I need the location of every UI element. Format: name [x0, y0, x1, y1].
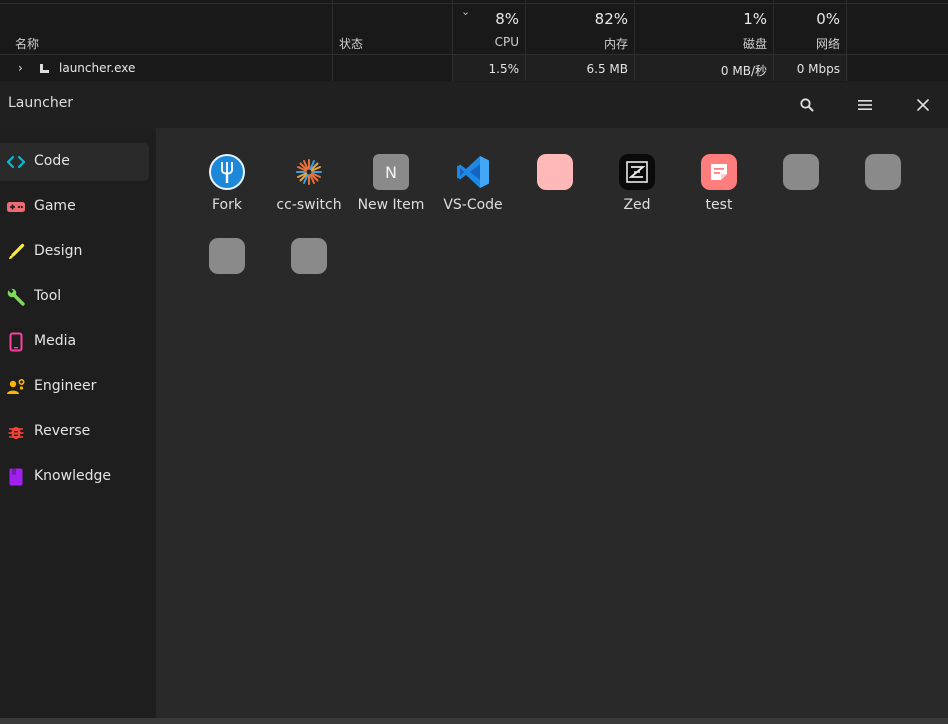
category-sidebar: Code Game Design Tool Media Engineer Rev…	[0, 128, 156, 718]
sidebar-item-label: Tool	[34, 288, 62, 304]
sidebar-item-reverse[interactable]: Reverse	[0, 413, 149, 451]
sidebar-item-design[interactable]: Design	[0, 233, 149, 271]
app-grid: Fork cc-switch N New Item VS-Code Zed te…	[156, 128, 948, 718]
sidebar-item-game[interactable]: Game	[0, 188, 149, 226]
sidebar-item-tool[interactable]: Tool	[0, 278, 149, 316]
column-status-label: 状态	[339, 37, 364, 51]
process-memory: 6.5 MB	[586, 62, 628, 76]
network-total-percent: 0%	[816, 10, 840, 28]
expand-chevron-icon[interactable]: ›	[18, 61, 23, 75]
column-memory[interactable]: 82% 内存 6.5 MB	[526, 0, 635, 81]
app-tile-blank[interactable]	[843, 146, 923, 216]
app-label: Zed	[623, 197, 651, 213]
window-title: Launcher	[8, 95, 74, 111]
app-label: VS-Code	[443, 197, 503, 213]
column-disk[interactable]: 1% 磁盘 0 MB/秒	[635, 0, 774, 81]
screen: 名称 状态 ⌄ 8% CPU 1.5% 82% 内存 6.5 MB 1% 磁盘 …	[0, 0, 948, 724]
gamepad-icon	[7, 202, 25, 212]
letter-n-icon: N	[373, 154, 409, 190]
blank-pink-icon	[537, 154, 573, 190]
app-label: Fork	[212, 197, 242, 213]
app-tile-blank[interactable]	[515, 146, 595, 216]
task-manager-panel: 名称 状态 ⌄ 8% CPU 1.5% 82% 内存 6.5 MB 1% 磁盘 …	[0, 0, 948, 81]
sidebar-item-label: Design	[34, 243, 83, 259]
sort-chevron-icon: ⌄	[461, 5, 471, 18]
sidebar-item-label: Reverse	[34, 423, 91, 439]
wrench-icon	[7, 288, 25, 306]
cpu-label: CPU	[494, 35, 519, 49]
app-tile-blank[interactable]	[269, 230, 349, 300]
app-tile-zed[interactable]: Zed	[597, 146, 677, 216]
vscode-icon	[455, 154, 491, 190]
menu-button[interactable]	[852, 93, 878, 117]
process-network: 0 Mbps	[796, 62, 840, 76]
sidebar-item-code[interactable]: Code	[0, 143, 149, 181]
network-label: 网络	[815, 37, 840, 51]
launcher-window: Launcher Code Game Design Tool Media Eng…	[0, 82, 948, 724]
search-icon	[800, 98, 814, 112]
app-tile-cc-switch[interactable]: cc-switch	[269, 146, 349, 216]
column-status[interactable]: 状态	[333, 0, 453, 81]
app-label: test	[705, 197, 733, 213]
close-button[interactable]	[910, 93, 936, 117]
search-button[interactable]	[794, 93, 820, 117]
app-tile-fork[interactable]: Fork	[187, 146, 267, 216]
engineer-icon	[7, 378, 25, 394]
app-label: cc-switch	[276, 197, 342, 213]
fork-icon	[209, 154, 245, 190]
sidebar-item-label: Knowledge	[34, 468, 111, 484]
column-cpu[interactable]: ⌄ 8% CPU 1.5%	[453, 0, 526, 81]
menu-icon	[858, 100, 872, 110]
divider	[0, 54, 948, 55]
app-tile-vs-code[interactable]: VS-Code	[433, 146, 513, 216]
process-cpu: 1.5%	[488, 62, 520, 76]
process-name[interactable]: launcher.exe	[59, 61, 135, 75]
brush-icon	[9, 243, 25, 259]
sidebar-item-label: Engineer	[34, 378, 97, 394]
blank-gray-icon	[291, 238, 327, 274]
disk-total-percent: 1%	[743, 10, 767, 28]
column-name[interactable]: 名称	[0, 0, 333, 81]
sidebar-item-media[interactable]: Media	[0, 323, 149, 361]
zed-icon	[619, 154, 655, 190]
sidebar-item-engineer[interactable]: Engineer	[0, 368, 149, 406]
app-tile-test[interactable]: test	[679, 146, 759, 216]
note-icon	[701, 154, 737, 190]
process-icon	[40, 64, 49, 73]
sidebar-item-label: Game	[34, 198, 76, 214]
sidebar-item-knowledge[interactable]: Knowledge	[0, 458, 149, 496]
app-label: New Item	[357, 197, 425, 213]
column-name-label: 名称	[15, 37, 40, 51]
cc-switch-icon	[291, 154, 327, 190]
bug-icon	[8, 427, 24, 439]
memory-total-percent: 82%	[594, 10, 628, 28]
sidebar-item-label: Media	[34, 333, 77, 349]
title-bar[interactable]: Launcher	[0, 82, 948, 128]
book-icon	[9, 468, 23, 486]
cpu-total-percent: 8%	[495, 10, 519, 28]
process-disk: 0 MB/秒	[720, 64, 767, 78]
phone-icon	[9, 332, 23, 352]
app-tile-new-item[interactable]: N New Item	[351, 146, 431, 216]
column-network[interactable]: 0% 网络 0 Mbps	[774, 0, 847, 81]
window-bottom-edge	[0, 718, 948, 724]
close-icon	[917, 99, 929, 111]
blank-gray-icon	[209, 238, 245, 274]
memory-label: 内存	[603, 37, 628, 51]
code-icon	[6, 155, 26, 169]
app-tile-blank[interactable]	[761, 146, 841, 216]
blank-gray-icon	[865, 154, 901, 190]
blank-gray-icon	[783, 154, 819, 190]
disk-label: 磁盘	[742, 37, 767, 51]
app-tile-blank[interactable]	[187, 230, 267, 300]
app-letter: N	[385, 162, 397, 182]
sidebar-item-label: Code	[34, 153, 70, 169]
